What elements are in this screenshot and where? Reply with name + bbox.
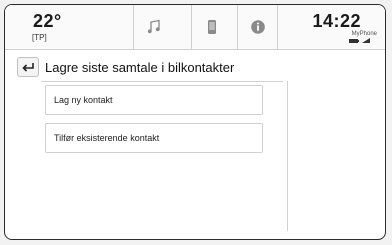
- status-bar: 22° [TP] 14:22 MyPhone: [5, 5, 385, 50]
- tab-phone[interactable]: [191, 5, 232, 49]
- back-button[interactable]: [17, 57, 39, 77]
- tab-info[interactable]: [237, 5, 278, 49]
- info-icon: [251, 20, 265, 34]
- back-arrow-icon: [22, 63, 34, 72]
- page-title: Lagre siste samtale i bilkontakter: [45, 60, 235, 75]
- phone-name: MyPhone: [351, 31, 377, 37]
- clock: 14:22: [312, 11, 361, 31]
- climate-mode-label: [TP]: [32, 33, 47, 42]
- tab-separator: [277, 5, 278, 49]
- phone-icon: [208, 20, 216, 34]
- display-frame: 22° [TP] 14:22 MyPhone Lagre siste samta…: [4, 4, 386, 240]
- menu-item-add-to-existing-contact[interactable]: Tilfør eksisterende kontakt: [45, 123, 263, 153]
- title-divider: [41, 81, 283, 82]
- battery-signal-icon: [349, 38, 370, 43]
- screen-background: 22° [TP] 14:22 MyPhone Lagre siste samta…: [0, 0, 392, 245]
- temperature-readout: 22°: [33, 11, 62, 31]
- tab-audio[interactable]: [133, 5, 174, 49]
- title-bar: Lagre siste samtale i bilkontakter: [5, 57, 385, 79]
- panel-divider: [287, 81, 288, 231]
- menu-item-new-contact[interactable]: Lag ny kontakt: [45, 85, 263, 115]
- music-icon: [147, 19, 160, 34]
